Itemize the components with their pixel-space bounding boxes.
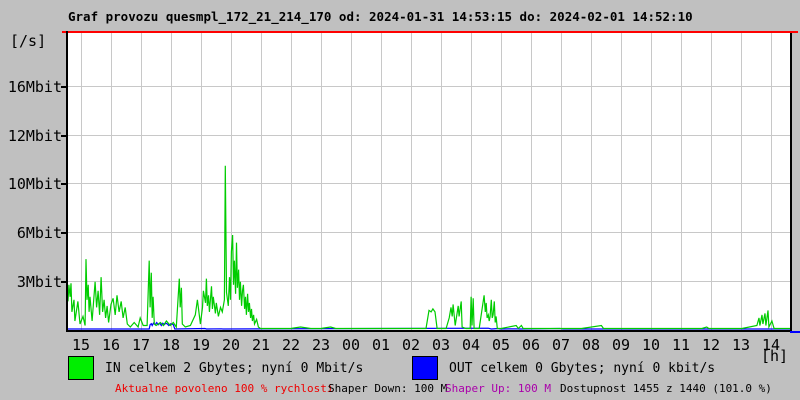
x-tick-label: 22 [281,336,301,354]
status-availability: Dostupnost 1455 z 1440 (101.0 %) [560,382,772,395]
plot-area [68,33,790,330]
y-tick-label: 10Mbit [7,175,62,193]
x-tick-label: 18 [161,336,181,354]
legend-out-swatch [412,356,438,380]
y-axis-line [66,31,68,332]
y-tick-mark [61,232,67,234]
x-tick-label: 02 [401,336,421,354]
x-tick-label: 17 [131,336,151,354]
y-tick-label: 3Mbit [16,273,62,291]
x-tick-label: 21 [251,336,271,354]
y-tick-label: 12Mbit [7,127,62,145]
status-allowed-speed: Aktualne povoleno 100 % rychlosti [115,382,334,395]
x-tick-label: 19 [191,336,211,354]
x-tick-label: 10 [641,336,661,354]
x-tick-label: 07 [551,336,571,354]
x-tick-label: 14 [761,336,781,354]
x-tick-label: 23 [311,336,331,354]
y-tick-label: 6Mbit [16,224,62,242]
y-tick-mark [61,183,67,185]
y-tick-mark [61,86,67,88]
x-tick-label: 13 [731,336,751,354]
x-tick-label: 03 [431,336,451,354]
x-tick-label: 05 [491,336,511,354]
out-series-edge-mark [790,331,800,333]
x-tick-label: 04 [461,336,481,354]
y-tick-mark [61,281,67,283]
x-tick-label: 01 [371,336,391,354]
legend-out-label: OUT celkem 0 Gbytes; nyní 0 kbit/s [449,361,716,376]
x-tick-label: 00 [341,336,361,354]
status-shaper-up: Shaper Up: 100 M [445,382,551,395]
x-tick-label: 12 [701,336,721,354]
x-tick-label: 20 [221,336,241,354]
status-shaper-down: Shaper Down: 100 M [328,382,448,395]
y-axis-unit-label: [/s] [10,32,47,50]
chart-canvas [68,33,790,330]
y-tick-mark [61,135,67,137]
page-title: Graf provozu quesmpl_172_21_214_170 od: … [68,9,693,24]
legend-in-label: IN celkem 2 Gbytes; nyní 0 Mbit/s [105,361,364,376]
x-tick-label: 16 [101,336,121,354]
legend-in-swatch [68,356,94,380]
x-tick-label: 15 [71,336,91,354]
x-tick-label: 11 [671,336,691,354]
y-tick-label: 16Mbit [7,78,62,96]
x-tick-label: 06 [521,336,541,354]
traffic-graph-page: Graf provozu quesmpl_172_21_214_170 od: … [0,0,800,400]
x-axis-line [66,330,792,332]
plot-right-border [790,33,792,330]
x-tick-label: 09 [611,336,631,354]
x-tick-label: 08 [581,336,601,354]
